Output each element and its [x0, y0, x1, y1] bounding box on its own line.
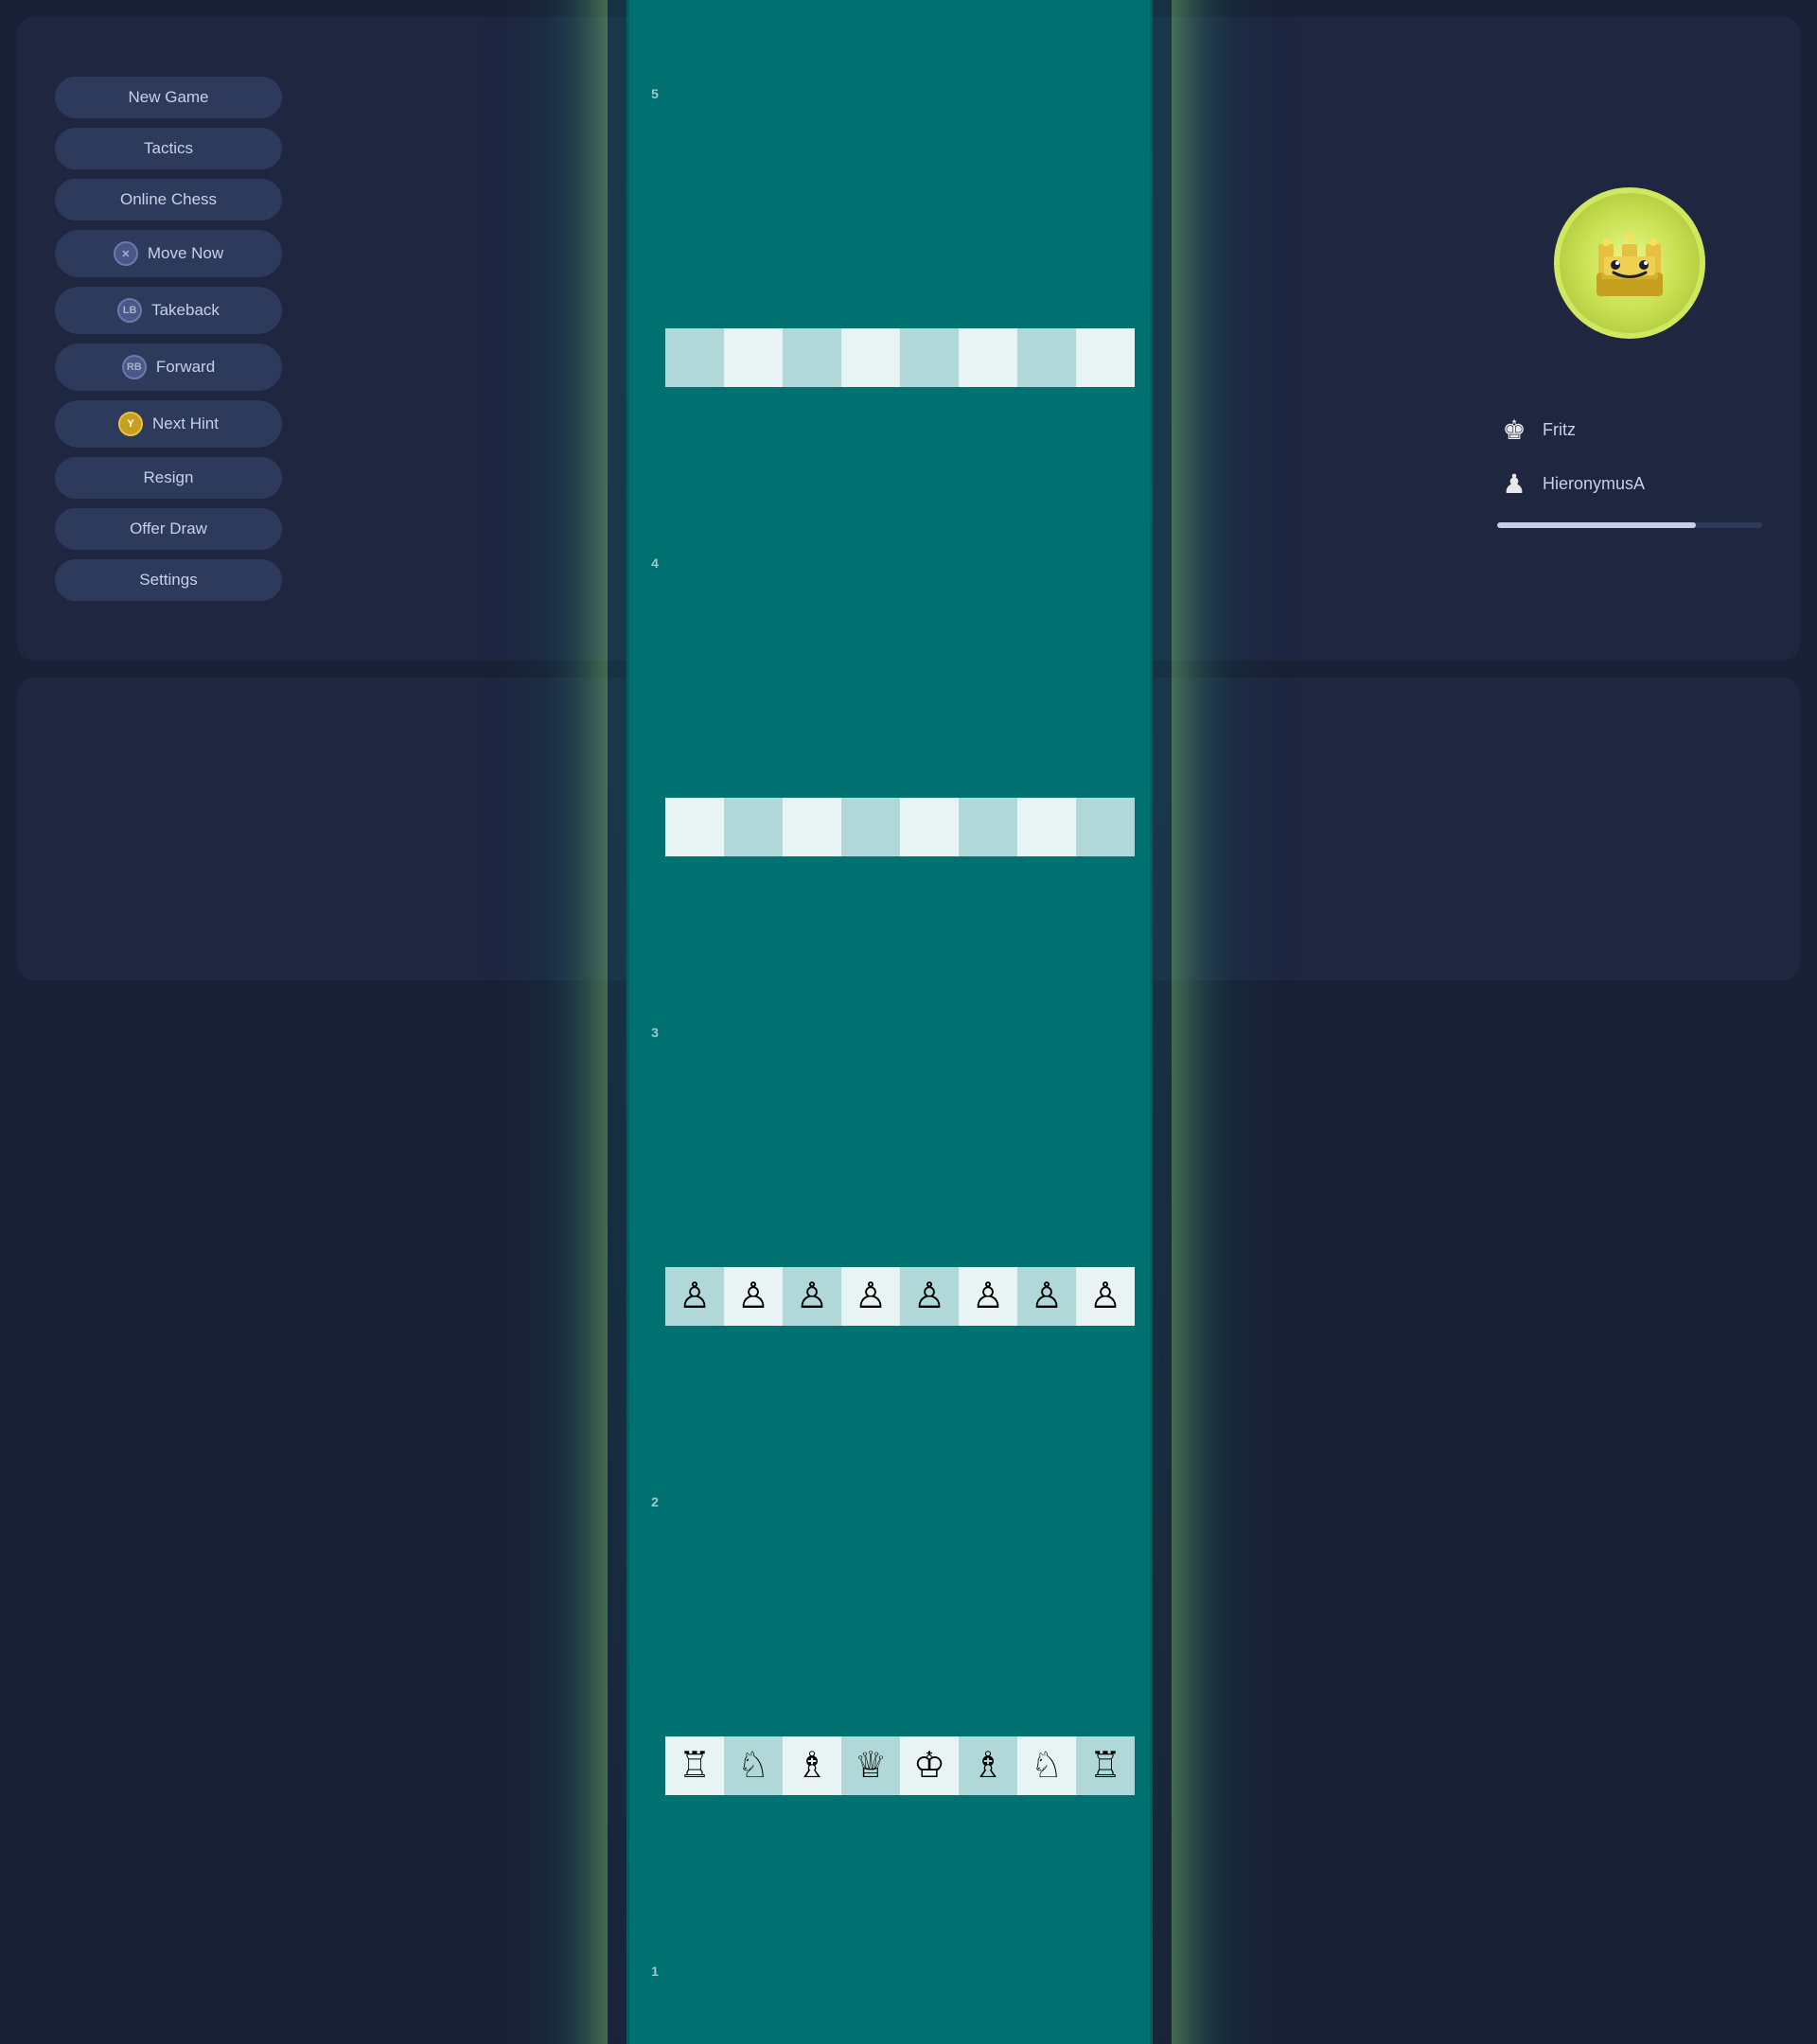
- rank-1-cells[interactable]: ♖ ♘ ♗ ♕ ♔ ♗ ♘ ♖: [665, 1736, 1135, 2044]
- resign-label: Resign: [144, 468, 194, 487]
- rank-row-2: 2 ♙ ♙ ♙ ♙ ♙ ♙ ♙ ♙: [644, 1267, 1135, 1736]
- new-game-button[interactable]: New Game: [55, 77, 282, 118]
- x-icon: ✕: [114, 241, 138, 266]
- cell-d3[interactable]: [841, 798, 900, 856]
- progress-bar: [1497, 522, 1762, 528]
- rank-2: 2: [644, 1494, 665, 1509]
- board-glow: 8 ♜ ♞ ♝ ♛ ♚ ♝ ♞ ♜: [608, 0, 1172, 2044]
- cell-f1[interactable]: ♗: [959, 1736, 1017, 1795]
- next-hint-label: Next Hint: [152, 414, 219, 433]
- cell-f3[interactable]: [959, 798, 1017, 856]
- offer-draw-button[interactable]: Offer Draw: [55, 508, 282, 550]
- top-player-piece: ♚: [1497, 414, 1531, 446]
- cell-b3[interactable]: [724, 798, 783, 856]
- rb-icon: RB: [122, 355, 147, 379]
- rank-4: 4: [644, 555, 665, 571]
- forward-button[interactable]: RB Forward: [55, 344, 282, 391]
- cell-h3[interactable]: [1076, 798, 1135, 856]
- cell-e1[interactable]: ♔: [900, 1736, 959, 1795]
- left-menu: New Game Tactics Online Chess ✕ Move Now…: [55, 77, 282, 601]
- cell-c4[interactable]: [783, 328, 841, 387]
- cell-b2[interactable]: ♙: [724, 1267, 783, 1326]
- cell-c3[interactable]: [783, 798, 841, 856]
- rank-2-cells[interactable]: ♙ ♙ ♙ ♙ ♙ ♙ ♙ ♙: [665, 1267, 1135, 1736]
- cell-h1[interactable]: ♖: [1076, 1736, 1135, 1795]
- cell-a4[interactable]: [665, 328, 724, 387]
- bottom-player-piece: ♟: [1497, 468, 1531, 500]
- board-container: 8 ♜ ♞ ♝ ♛ ♚ ♝ ♞ ♜: [320, 0, 1459, 2044]
- cell-e2[interactable]: ♙: [900, 1267, 959, 1326]
- players-section: ♚ Fritz ♟ HieronymusA: [1497, 414, 1762, 528]
- settings-button[interactable]: Settings: [55, 559, 282, 601]
- bottom-player-name: HieronymusA: [1543, 474, 1645, 494]
- rank-3-cells[interactable]: [665, 798, 1135, 1267]
- y-icon: Y: [118, 412, 143, 436]
- cell-e4[interactable]: [900, 328, 959, 387]
- cell-h2[interactable]: ♙: [1076, 1267, 1135, 1326]
- rank-5-cells[interactable]: [665, 0, 1135, 328]
- online-chess-button[interactable]: Online Chess: [55, 179, 282, 220]
- rank-5: 5: [644, 86, 665, 101]
- tactics-button[interactable]: Tactics: [55, 128, 282, 169]
- online-chess-label: Online Chess: [120, 190, 217, 209]
- fritz-logo-svg: [1578, 211, 1682, 315]
- takeback-button[interactable]: LB Takeback: [55, 287, 282, 334]
- forward-label: Forward: [156, 358, 215, 377]
- cell-c2[interactable]: ♙: [783, 1267, 841, 1326]
- rank-row-4: 4: [644, 328, 1135, 798]
- chess-grid-rows: 8 ♜ ♞ ♝ ♛ ♚ ♝ ♞ ♜: [644, 0, 1135, 2044]
- cell-g4[interactable]: [1017, 328, 1076, 387]
- cell-a1[interactable]: ♖: [665, 1736, 724, 1795]
- main-panel: New Game Tactics Online Chess ✕ Move Now…: [17, 17, 1800, 661]
- cell-e3[interactable]: [900, 798, 959, 856]
- tactics-label: Tactics: [144, 139, 193, 158]
- cell-a3[interactable]: [665, 798, 724, 856]
- rank-row-3: 3: [644, 798, 1135, 1267]
- settings-label: Settings: [139, 571, 197, 590]
- move-now-button[interactable]: ✕ Move Now: [55, 230, 282, 277]
- board-inner: 8 ♜ ♞ ♝ ♛ ♚ ♝ ♞ ♜: [644, 0, 1135, 2044]
- takeback-label: Takeback: [151, 301, 220, 320]
- cell-c1[interactable]: ♗: [783, 1736, 841, 1795]
- lb-icon: LB: [117, 298, 142, 323]
- rank-row-1: 1 ♖ ♘ ♗ ♕ ♔ ♗ ♘ ♖: [644, 1736, 1135, 2044]
- resign-button[interactable]: Resign: [55, 457, 282, 499]
- cell-g2[interactable]: ♙: [1017, 1267, 1076, 1326]
- logo-circle: [1554, 187, 1705, 339]
- cell-d2[interactable]: ♙: [841, 1267, 900, 1326]
- cell-h4[interactable]: [1076, 328, 1135, 387]
- board-wrapper: 8 ♜ ♞ ♝ ♛ ♚ ♝ ♞ ♜: [626, 0, 1153, 2044]
- right-panel: ♚ Fritz ♟ HieronymusA: [1497, 36, 1762, 642]
- cell-g3[interactable]: [1017, 798, 1076, 856]
- next-hint-button[interactable]: Y Next Hint: [55, 400, 282, 448]
- cell-b4[interactable]: [724, 328, 783, 387]
- cell-d4[interactable]: [841, 328, 900, 387]
- cell-g1[interactable]: ♘: [1017, 1736, 1076, 1795]
- top-player-name: Fritz: [1543, 420, 1576, 440]
- cell-a2[interactable]: ♙: [665, 1267, 724, 1326]
- progress-bar-fill: [1497, 522, 1696, 528]
- cell-d1[interactable]: ♕: [841, 1736, 900, 1795]
- rank-row-5: 5: [644, 0, 1135, 328]
- cell-f2[interactable]: ♙: [959, 1267, 1017, 1326]
- offer-draw-label: Offer Draw: [130, 520, 207, 538]
- rank-3: 3: [644, 1025, 665, 1040]
- rank-1: 1: [644, 1964, 665, 1979]
- move-now-label: Move Now: [148, 244, 223, 263]
- new-game-label: New Game: [128, 88, 208, 107]
- cell-b1[interactable]: ♘: [724, 1736, 783, 1795]
- player-bottom-row: ♟ HieronymusA: [1497, 468, 1762, 500]
- cell-f4[interactable]: [959, 328, 1017, 387]
- rank-4-cells[interactable]: [665, 328, 1135, 798]
- player-top-row: ♚ Fritz: [1497, 414, 1762, 446]
